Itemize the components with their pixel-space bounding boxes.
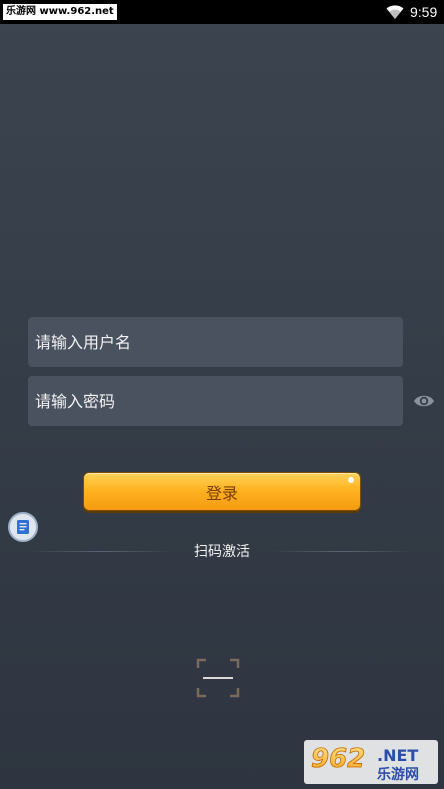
password-field[interactable] <box>28 376 403 426</box>
floating-document-button[interactable] <box>8 512 38 542</box>
logo-number: 962 <box>311 744 365 774</box>
button-shine <box>348 477 354 483</box>
watermark-logo: 962 .NET 乐游网 <box>304 740 438 784</box>
document-icon <box>17 520 29 534</box>
eye-icon[interactable] <box>413 392 435 410</box>
logo-subtitle: 乐游网 <box>377 766 419 783</box>
scan-activate-link[interactable]: 扫码激活 <box>180 541 264 563</box>
username-field[interactable] <box>28 317 403 367</box>
divider-right <box>272 551 414 552</box>
logo-net: .NET <box>377 746 418 765</box>
status-time: 9:59 <box>410 4 438 20</box>
login-button[interactable]: 登录 <box>83 472 361 511</box>
username-input[interactable] <box>35 317 403 367</box>
password-input[interactable] <box>35 376 403 426</box>
scan-frame-icon[interactable] <box>196 658 240 698</box>
watermark-text: 乐游网 www.962.net <box>3 4 117 20</box>
login-button-label: 登录 <box>205 483 238 503</box>
divider-left <box>30 551 174 552</box>
status-bar: 乐游网 www.962.net 9:59 <box>0 0 444 24</box>
wifi-icon <box>386 5 404 19</box>
